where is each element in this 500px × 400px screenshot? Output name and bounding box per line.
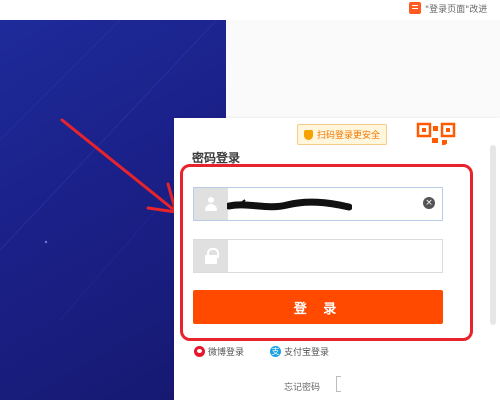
alipay-login-link[interactable]: 支 支付宝登录 — [270, 345, 329, 358]
redaction-scribble — [227, 198, 352, 211]
alipay-login-label: 支付宝登录 — [284, 348, 330, 358]
qr-login-tip[interactable]: 扫码登录更安全 — [297, 124, 388, 145]
username-icon-box — [194, 188, 228, 220]
weibo-login-link[interactable]: 微博登录 — [194, 345, 244, 358]
login-button[interactable]: 登 录 — [193, 290, 443, 324]
password-icon-box — [194, 240, 228, 272]
password-input[interactable] — [228, 241, 442, 271]
weibo-login-label: 微博登录 — [208, 348, 245, 358]
shield-icon — [304, 129, 313, 140]
qr-code-icon[interactable] — [416, 122, 460, 162]
user-icon — [203, 196, 219, 212]
forgot-password-link[interactable]: 忘记密码 — [284, 380, 320, 393]
weibo-icon — [194, 346, 205, 357]
feedback-link[interactable]: "登录页面"改进 — [409, 0, 487, 16]
scrollbar[interactable] — [490, 145, 496, 325]
qr-tip-text: 扫码登录更安全 — [317, 131, 381, 141]
annotation-arrow — [60, 118, 178, 214]
partial-control — [336, 376, 341, 392]
feedback-icon — [409, 2, 421, 14]
clear-icon[interactable]: × — [423, 197, 435, 209]
alipay-icon: 支 — [270, 346, 281, 357]
password-field[interactable] — [193, 239, 443, 273]
lock-icon — [204, 248, 219, 264]
login-title: 密码登录 — [192, 151, 241, 165]
feedback-text: "登录页面"改进 — [425, 4, 488, 15]
